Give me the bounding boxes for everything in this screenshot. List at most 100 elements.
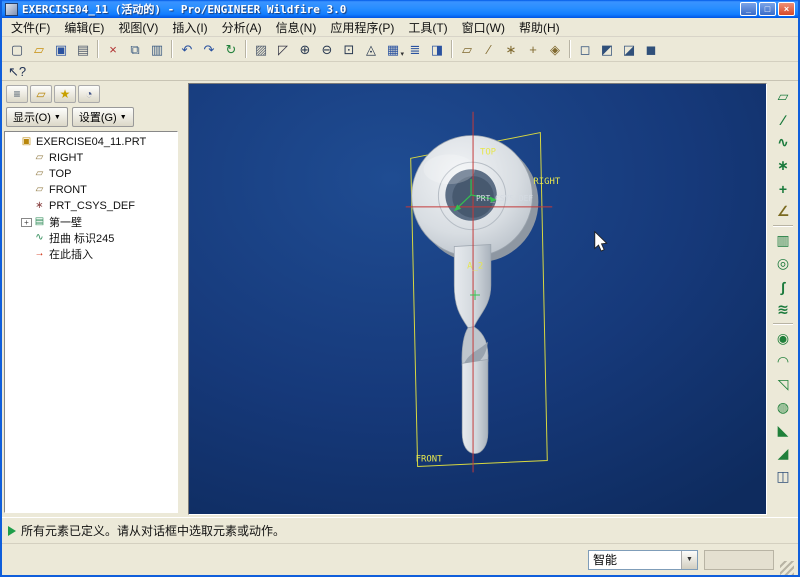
model-tree[interactable]: ▣EXERCISE04_11.PRT▱RIGHT▱TOP▱FRONT∗PRT_C… <box>4 131 178 513</box>
graphics-area[interactable]: PRT_CSYS_DEF TOP RIGHT FRONT A_2 <box>188 83 767 515</box>
shaded-display-icon[interactable]: ◼ <box>640 39 662 59</box>
expander-icon[interactable]: + <box>21 218 32 227</box>
shell-tool-icon[interactable]: ◍ <box>771 396 795 419</box>
tree-item-first-wall-feature[interactable]: +▤第一壁 <box>5 214 177 230</box>
revolve-tool-icon[interactable]: ◎ <box>771 252 795 275</box>
tree-item-insert-here[interactable]: →在此插入 <box>5 246 177 262</box>
menu-item-3[interactable]: 插入(I) <box>165 18 214 37</box>
first-wall-feature-icon: ▤ <box>33 217 46 227</box>
tree-item-twist-feature[interactable]: ∿扭曲 标识245 <box>5 230 177 246</box>
regenerate-icon[interactable]: ↻ <box>220 39 242 59</box>
csys-toggle-icon[interactable]: + <box>522 39 544 59</box>
minimize-button[interactable]: _ <box>740 2 757 16</box>
datum-label-top[interactable]: TOP <box>480 147 496 157</box>
zoom-out-icon[interactable]: ⊖ <box>316 39 338 59</box>
round-tool-icon[interactable]: ◠ <box>771 350 795 373</box>
favorites-tab-icon[interactable]: ★ <box>54 85 76 103</box>
datum-axes-toggle-icon[interactable]: ∕ <box>478 39 500 59</box>
delete-icon[interactable]: × <box>102 39 124 59</box>
title-bar[interactable]: EXERCISE04_11 (活动的) - Pro/ENGINEER Wildf… <box>2 0 798 18</box>
chevron-down-icon: ▼ <box>686 556 693 563</box>
model-tree-tab-icon[interactable]: ≡ <box>6 85 28 103</box>
datum-plane-tool-icon[interactable]: ▱ <box>771 85 795 108</box>
open-file-glyph: ▱ <box>34 43 44 56</box>
axis-label[interactable]: A_2 <box>467 261 483 271</box>
menu-item-2[interactable]: 视图(V) <box>111 18 165 37</box>
new-file-icon[interactable]: ▢ <box>6 39 28 59</box>
tree-item-part[interactable]: ▣EXERCISE04_11.PRT <box>5 134 177 150</box>
maximize-button[interactable]: □ <box>759 2 776 16</box>
resize-grip[interactable] <box>780 561 794 575</box>
redo-icon[interactable]: ↷ <box>198 39 220 59</box>
view-manager-glyph: ◨ <box>431 43 443 56</box>
rib-tool-icon[interactable]: ◣ <box>771 419 795 442</box>
regenerate-glyph: ↻ <box>226 43 237 56</box>
draft-tool-icon[interactable]: ◢ <box>771 442 795 465</box>
view-manager-icon[interactable]: ◨ <box>426 39 448 59</box>
close-button[interactable]: × <box>778 2 795 16</box>
datum-axes-toggle-glyph: ∕ <box>488 43 490 56</box>
csys-tool-glyph: + <box>779 181 787 197</box>
status-bar: 所有元素已定义。请从对话框中选取元素或动作。 <box>2 517 798 543</box>
menu-item-7[interactable]: 工具(T) <box>401 18 454 37</box>
blend-tool-icon[interactable]: ≋ <box>771 298 795 321</box>
hole-tool-icon[interactable]: ◉ <box>771 327 795 350</box>
menu-item-1[interactable]: 编辑(E) <box>57 18 111 37</box>
tree-item-coordinate-system[interactable]: ∗PRT_CSYS_DEF <box>5 198 177 214</box>
saved-views-icon[interactable]: ▦▾ <box>382 39 404 59</box>
history-tab-icon[interactable]: ◔ <box>78 85 100 103</box>
sweep-tool-icon[interactable]: ∫ <box>771 275 795 298</box>
no-hidden-display-icon[interactable]: ◪ <box>618 39 640 59</box>
chamfer-tool-icon[interactable]: ◹ <box>771 373 795 396</box>
selection-filter-combo[interactable]: 智能 ▼ <box>588 550 698 570</box>
selection-filter-dropdown-button[interactable]: ▼ <box>681 551 697 569</box>
csys-tool-icon[interactable]: + <box>771 177 795 200</box>
menu-item-4[interactable]: 分析(A) <box>215 18 269 37</box>
extrude-tool-icon[interactable]: ▥ <box>771 229 795 252</box>
datum-label-front[interactable]: FRONT <box>416 454 443 464</box>
panel-splitter[interactable] <box>180 81 188 517</box>
spin-center-toggle-icon[interactable]: ◈ <box>544 39 566 59</box>
show-button[interactable]: 显示(O) ▼ <box>6 107 68 127</box>
csys-label[interactable]: PRT_CSYS_DEF <box>476 194 533 203</box>
orient-mode-glyph: ◬ <box>366 43 376 56</box>
menu-item-6[interactable]: 应用程序(P) <box>323 18 401 37</box>
wireframe-display-icon[interactable]: ◻ <box>574 39 596 59</box>
datum-plane-icon: ▱ <box>33 153 46 163</box>
datum-axis-tool-icon[interactable]: ∕ <box>771 108 795 131</box>
datum-curve-tool-icon[interactable]: ∿ <box>771 131 795 154</box>
datum-points-toggle-icon[interactable]: ∗ <box>500 39 522 59</box>
menu-item-9[interactable]: 帮助(H) <box>512 18 567 37</box>
hidden-line-display-icon[interactable]: ◩ <box>596 39 618 59</box>
context-help-icon[interactable]: ↖? <box>6 61 28 81</box>
sketch-tool-icon[interactable]: ∠ <box>771 200 795 223</box>
refit-glyph: ⊡ <box>344 43 355 56</box>
open-file-icon[interactable]: ▱ <box>28 39 50 59</box>
no-hidden-display-glyph: ◪ <box>623 43 635 56</box>
tree-item-datum-plane[interactable]: ▱RIGHT <box>5 150 177 166</box>
layers-icon[interactable]: ≣ <box>404 39 426 59</box>
revolve-tool-glyph: ◎ <box>777 255 789 272</box>
settings-button[interactable]: 设置(G) ▼ <box>72 107 134 127</box>
datum-planes-toggle-icon[interactable]: ▱ <box>456 39 478 59</box>
copy-icon[interactable]: ⧉ <box>124 39 146 59</box>
orient-mode-icon[interactable]: ◬ <box>360 39 382 59</box>
repaint-icon[interactable]: ▨ <box>250 39 272 59</box>
tree-item-datum-plane[interactable]: ▱TOP <box>5 166 177 182</box>
datum-label-right[interactable]: RIGHT <box>533 177 560 187</box>
folder-browser-tab-icon[interactable]: ▱ <box>30 85 52 103</box>
tree-item-datum-plane[interactable]: ▱FRONT <box>5 182 177 198</box>
refit-icon[interactable]: ⊡ <box>338 39 360 59</box>
datum-point-tool-icon[interactable]: ∗ <box>771 154 795 177</box>
save-icon[interactable]: ▣ <box>50 39 72 59</box>
menu-item-5[interactable]: 信息(N) <box>269 18 324 37</box>
mirror-tool-icon[interactable]: ◫ <box>771 465 795 488</box>
zoom-in-icon[interactable]: ⊕ <box>294 39 316 59</box>
undo-icon[interactable]: ↶ <box>176 39 198 59</box>
menu-item-8[interactable]: 窗口(W) <box>455 18 512 37</box>
paste-icon[interactable]: ▥ <box>146 39 168 59</box>
print-icon[interactable]: ▤ <box>72 39 94 59</box>
menu-item-0[interactable]: 文件(F) <box>4 18 57 37</box>
select-items-icon[interactable]: ◸ <box>272 39 294 59</box>
panel-buttons: 显示(O) ▼ 设置(G) ▼ <box>4 105 180 129</box>
